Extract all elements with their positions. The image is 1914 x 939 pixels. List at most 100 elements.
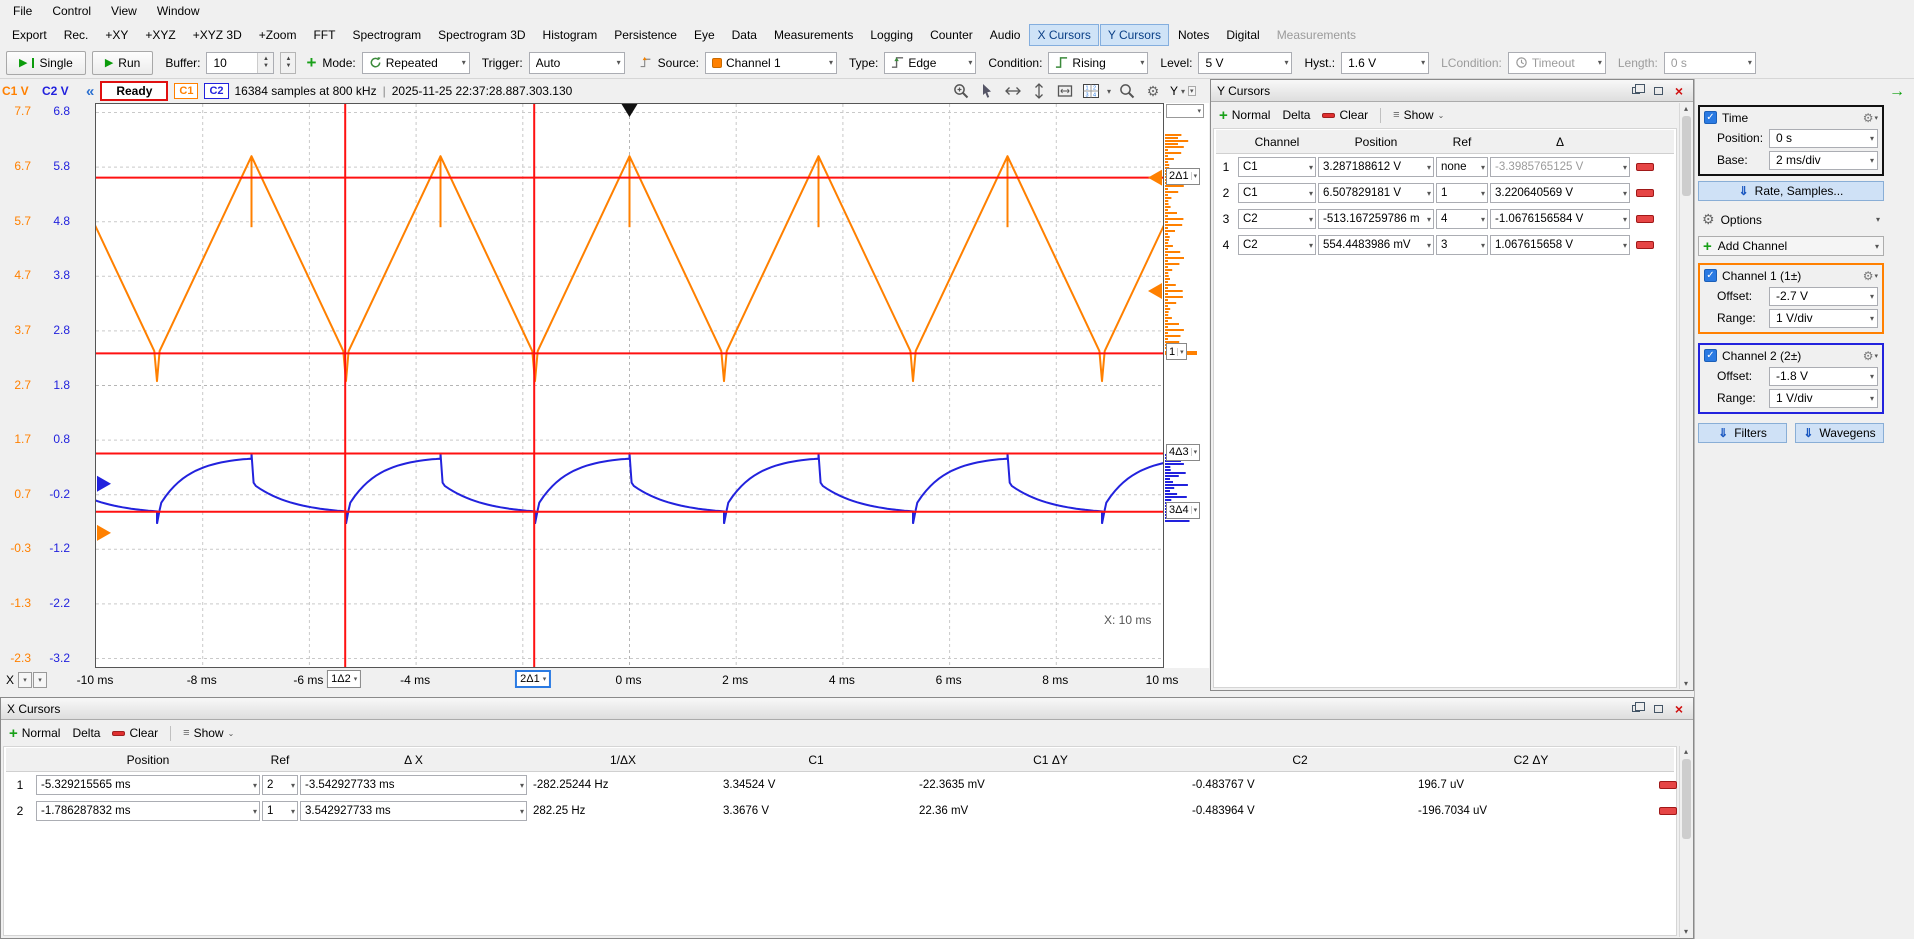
c2-badge[interactable]: C2 (204, 83, 228, 99)
scroll-down-icon[interactable]: ▾ (1680, 679, 1692, 688)
level-select[interactable]: 5 V▾ (1198, 52, 1292, 74)
strip-axis-select[interactable]: ▾ (1166, 104, 1204, 118)
y-position-input[interactable]: 3.287188612 V▾ (1318, 157, 1434, 177)
y-axis-select[interactable]: Y▾▾ (1167, 81, 1199, 101)
condition-select[interactable]: Rising▾ (1048, 52, 1148, 74)
scroll-up-icon[interactable]: ▴ (1680, 747, 1692, 756)
multi-scale-icon[interactable]: 1234 (1081, 81, 1101, 101)
x-axis-select-1[interactable]: ▾ (18, 672, 32, 688)
y-position-input[interactable]: 554.4483986 mV▾ (1318, 235, 1434, 255)
scroll-thumb[interactable] (1682, 116, 1691, 196)
time-base-select[interactable]: 2 ms/div▾ (1769, 151, 1878, 170)
remove-cursor-button[interactable] (1659, 807, 1677, 815)
options-select[interactable]: ⚙Options▾ (1698, 209, 1884, 230)
tab-counter[interactable]: Counter (922, 24, 981, 46)
y-delta-value[interactable]: -3.3985765125 V▾ (1490, 157, 1630, 177)
y-cursor-handle-4Δ3[interactable]: 4Δ3▾ (1166, 444, 1200, 461)
source-select[interactable]: Channel 1▾ (705, 52, 837, 74)
channel-1-offset-select[interactable]: -2.7 V▾ (1769, 287, 1878, 306)
remove-cursor-button[interactable] (1636, 189, 1654, 197)
tab-logging[interactable]: Logging (862, 24, 921, 46)
tab-y-cursors[interactable]: Y Cursors (1100, 24, 1169, 46)
undock-icon[interactable] (1629, 84, 1645, 98)
buffer-spinbox[interactable]: 10▲▼ (206, 52, 274, 74)
scroll-thumb[interactable] (1682, 759, 1691, 839)
y-position-input[interactable]: 6.507829181 V▾ (1318, 183, 1434, 203)
x-cursors-titlebar[interactable]: X Cursors × (1, 698, 1693, 720)
expand-panel-icon[interactable]: → (1889, 83, 1905, 101)
single-button[interactable]: ▶Single (6, 51, 86, 75)
tab-persistence[interactable]: Persistence (606, 24, 685, 46)
time-checkbox[interactable]: ✓ (1704, 111, 1717, 124)
add-normal-cursor-button[interactable]: +Normal (9, 726, 60, 740)
tab-export[interactable]: Export (4, 24, 55, 46)
close-icon[interactable]: × (1671, 84, 1687, 98)
add-channel-button[interactable]: +Add Channel▾ (1698, 236, 1884, 256)
type-select[interactable]: Edge▾ (884, 52, 976, 74)
y-cursor-handle-1[interactable]: 1▾ (1166, 343, 1187, 360)
x-axis-select-2[interactable]: ▾ (33, 672, 47, 688)
wavegens-button[interactable]: ⇓Wavegens (1795, 423, 1884, 443)
y-cursors-titlebar[interactable]: Y Cursors × (1211, 80, 1693, 102)
tab-digital[interactable]: Digital (1218, 24, 1267, 46)
y-ref-select[interactable]: 1▾ (1436, 183, 1488, 203)
tab-spectrogram-3d[interactable]: Spectrogram 3D (430, 24, 533, 46)
tab-x-cursors[interactable]: X Cursors (1029, 24, 1098, 46)
zoom-in-icon[interactable] (951, 81, 971, 101)
x-cursor-handle-2Δ1[interactable]: 2Δ1▾ (515, 670, 551, 688)
maximize-icon[interactable] (1650, 84, 1666, 98)
y-ref-select[interactable]: 4▾ (1436, 209, 1488, 229)
x-ref-select[interactable]: 1▾ (262, 801, 298, 821)
horizontal-measure-icon[interactable] (1003, 81, 1023, 101)
channel-2-range-select[interactable]: 1 V/div▾ (1769, 389, 1878, 408)
scroll-down-icon[interactable]: ▾ (1680, 927, 1692, 936)
tab-data[interactable]: Data (724, 24, 765, 46)
mode-select[interactable]: Repeated▾ (362, 52, 470, 74)
time-position-select[interactable]: 0 s▾ (1769, 129, 1878, 148)
pointer-tool-icon[interactable] (977, 81, 997, 101)
tab-notes[interactable]: Notes (1170, 24, 1217, 46)
y-ref-select[interactable]: none▾ (1436, 157, 1488, 177)
tab-measurements[interactable]: Measurements (766, 24, 861, 46)
remove-cursor-button[interactable] (1636, 163, 1654, 171)
channel-2-checkbox[interactable]: ✓ (1704, 349, 1717, 362)
y-channel-select[interactable]: C1▾ (1238, 183, 1316, 203)
channel-1-gear-icon[interactable]: ⚙▾ (1863, 269, 1878, 283)
chevron-down-icon[interactable]: ▾ (1107, 87, 1111, 96)
x-position-input[interactable]: -5.329215565 ms▾ (36, 775, 260, 795)
menu-view[interactable]: View (102, 2, 146, 20)
tab-eye[interactable]: Eye (686, 24, 723, 46)
channel-1-checkbox[interactable]: ✓ (1704, 269, 1717, 282)
run-button[interactable]: ▶Run (92, 51, 153, 75)
remove-cursor-button[interactable] (1636, 215, 1654, 223)
y-channel-select[interactable]: C1▾ (1238, 157, 1316, 177)
tab--xyz[interactable]: +XYZ (137, 24, 183, 46)
hysteresis-select[interactable]: 1.6 V▾ (1341, 52, 1429, 74)
tab-audio[interactable]: Audio (982, 24, 1029, 46)
filters-button[interactable]: ⇓Filters (1698, 423, 1787, 443)
menu-file[interactable]: File (4, 2, 41, 20)
x-position-input[interactable]: -1.786287832 ms▾ (36, 801, 260, 821)
scroll-up-icon[interactable]: ▴ (1680, 104, 1692, 113)
y-channel-select[interactable]: C2▾ (1238, 235, 1316, 255)
spinbox-arrows-icon[interactable]: ▲▼ (257, 53, 273, 73)
time-settings-gear-icon[interactable]: ⚙▾ (1863, 111, 1878, 125)
show-menu-button[interactable]: ≡Show⌄ (1393, 108, 1444, 122)
plot-area[interactable]: X: 10 ms (95, 103, 1164, 668)
trigger-select[interactable]: Auto▾ (529, 52, 625, 74)
undock-icon[interactable] (1629, 702, 1645, 716)
y-cursors-scrollbar[interactable]: ▴▾ (1679, 103, 1692, 689)
show-menu-button[interactable]: ≡Show⌄ (183, 726, 234, 740)
buffer-step-arrows-icon[interactable]: ▲▼ (280, 52, 296, 74)
tab--xy[interactable]: +XY (97, 24, 136, 46)
x-ref-select[interactable]: 2▾ (262, 775, 298, 795)
add-icon[interactable]: + (306, 56, 316, 69)
plot-settings-gear-icon[interactable]: ⚙ (1143, 81, 1163, 101)
y-ref-select[interactable]: 3▾ (1436, 235, 1488, 255)
x-cursors-scrollbar[interactable]: ▴▾ (1679, 746, 1692, 937)
channel-2-gear-icon[interactable]: ⚙▾ (1863, 349, 1878, 363)
clear-cursors-button[interactable]: Clear (112, 726, 158, 740)
channel-2-offset-select[interactable]: -1.8 V▾ (1769, 367, 1878, 386)
fit-view-icon[interactable] (1055, 81, 1075, 101)
y-delta-value[interactable]: -1.0676156584 V▾ (1490, 209, 1630, 229)
